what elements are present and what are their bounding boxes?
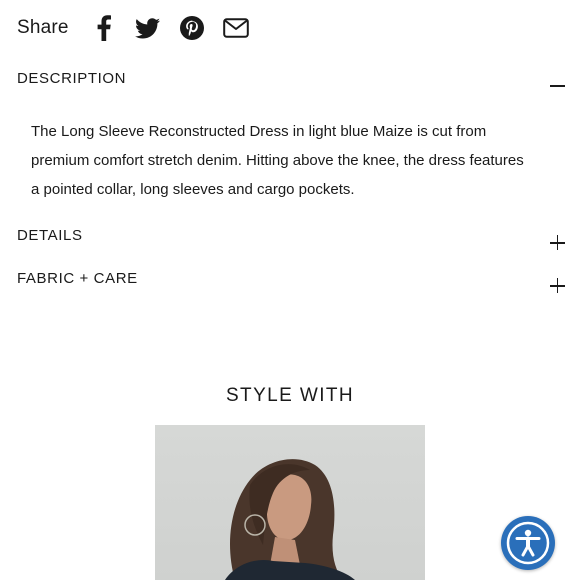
accessibility-icon [506,521,550,565]
accordion-description-title: DESCRIPTION [17,70,127,87]
share-label: Share [17,17,69,38]
accordion-fabric-care-title: FABRIC + CARE [17,270,138,287]
accordion-description-header[interactable]: DESCRIPTION [17,70,566,94]
facebook-icon[interactable] [91,15,117,41]
accordion-details-title: DETAILS [17,227,83,244]
accordion-details-header[interactable]: DETAILS [17,227,566,251]
style-with-product-image[interactable] [155,425,425,580]
product-details-page: Share DESCRIPTION The Long Sleeve Recons… [0,0,580,580]
twitter-icon[interactable] [135,15,161,41]
plus-icon[interactable] [550,278,566,294]
accessibility-button[interactable] [501,516,555,570]
email-icon[interactable] [222,15,249,41]
share-row: Share [17,10,267,46]
accordion-fabric-care-header[interactable]: FABRIC + CARE [17,270,566,294]
description-text: The Long Sleeve Reconstructed Dress in l… [31,123,524,198]
minus-icon[interactable] [550,78,566,94]
pinterest-icon[interactable] [179,15,205,41]
plus-icon[interactable] [550,235,566,251]
style-with-heading: STYLE WITH [225,385,354,406]
